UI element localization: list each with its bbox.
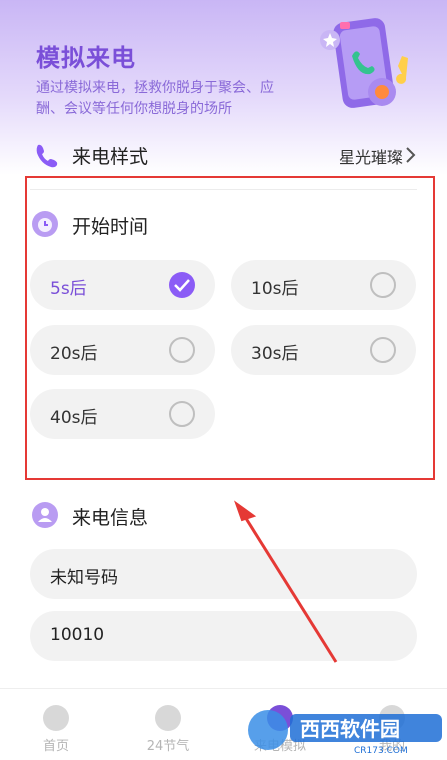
home-icon: [43, 705, 69, 731]
caller-name-value: 未知号码: [50, 568, 118, 588]
chevron-right-icon: [406, 147, 416, 163]
call-style-label: 来电样式: [72, 146, 149, 168]
watermark-logo: 西西软件园 CR173.COM: [244, 704, 447, 756]
tab-home[interactable]: 首页: [16, 695, 96, 755]
caller-number-field[interactable]: 10010: [30, 611, 417, 661]
phone-icon: [36, 144, 58, 168]
call-style-row[interactable]: 来电样式 星光璀璨: [0, 138, 447, 172]
tab-label: 首页: [42, 739, 69, 754]
caller-name-field[interactable]: 未知号码: [30, 549, 417, 599]
watermark-domain: CR173.COM: [354, 746, 408, 756]
caller-number-value: 10010: [50, 625, 105, 645]
tab-solar-terms[interactable]: 24节气: [128, 695, 208, 755]
page-description: 通过模拟来电，拯救你脱身于聚会、应酬、会议等任何你想脱身的场所: [36, 80, 274, 117]
page-title: 模拟来电: [36, 44, 136, 72]
cloud-icon: [155, 705, 181, 731]
call-style-value: 星光璀璨: [338, 148, 403, 167]
phone-illustration-icon: [320, 18, 408, 108]
user-icon: [32, 502, 58, 528]
tab-label: 24节气: [146, 739, 190, 754]
call-info-title: 来电信息: [72, 507, 149, 529]
highlight-box: [25, 176, 435, 480]
watermark-text: 西西软件园: [300, 717, 400, 741]
